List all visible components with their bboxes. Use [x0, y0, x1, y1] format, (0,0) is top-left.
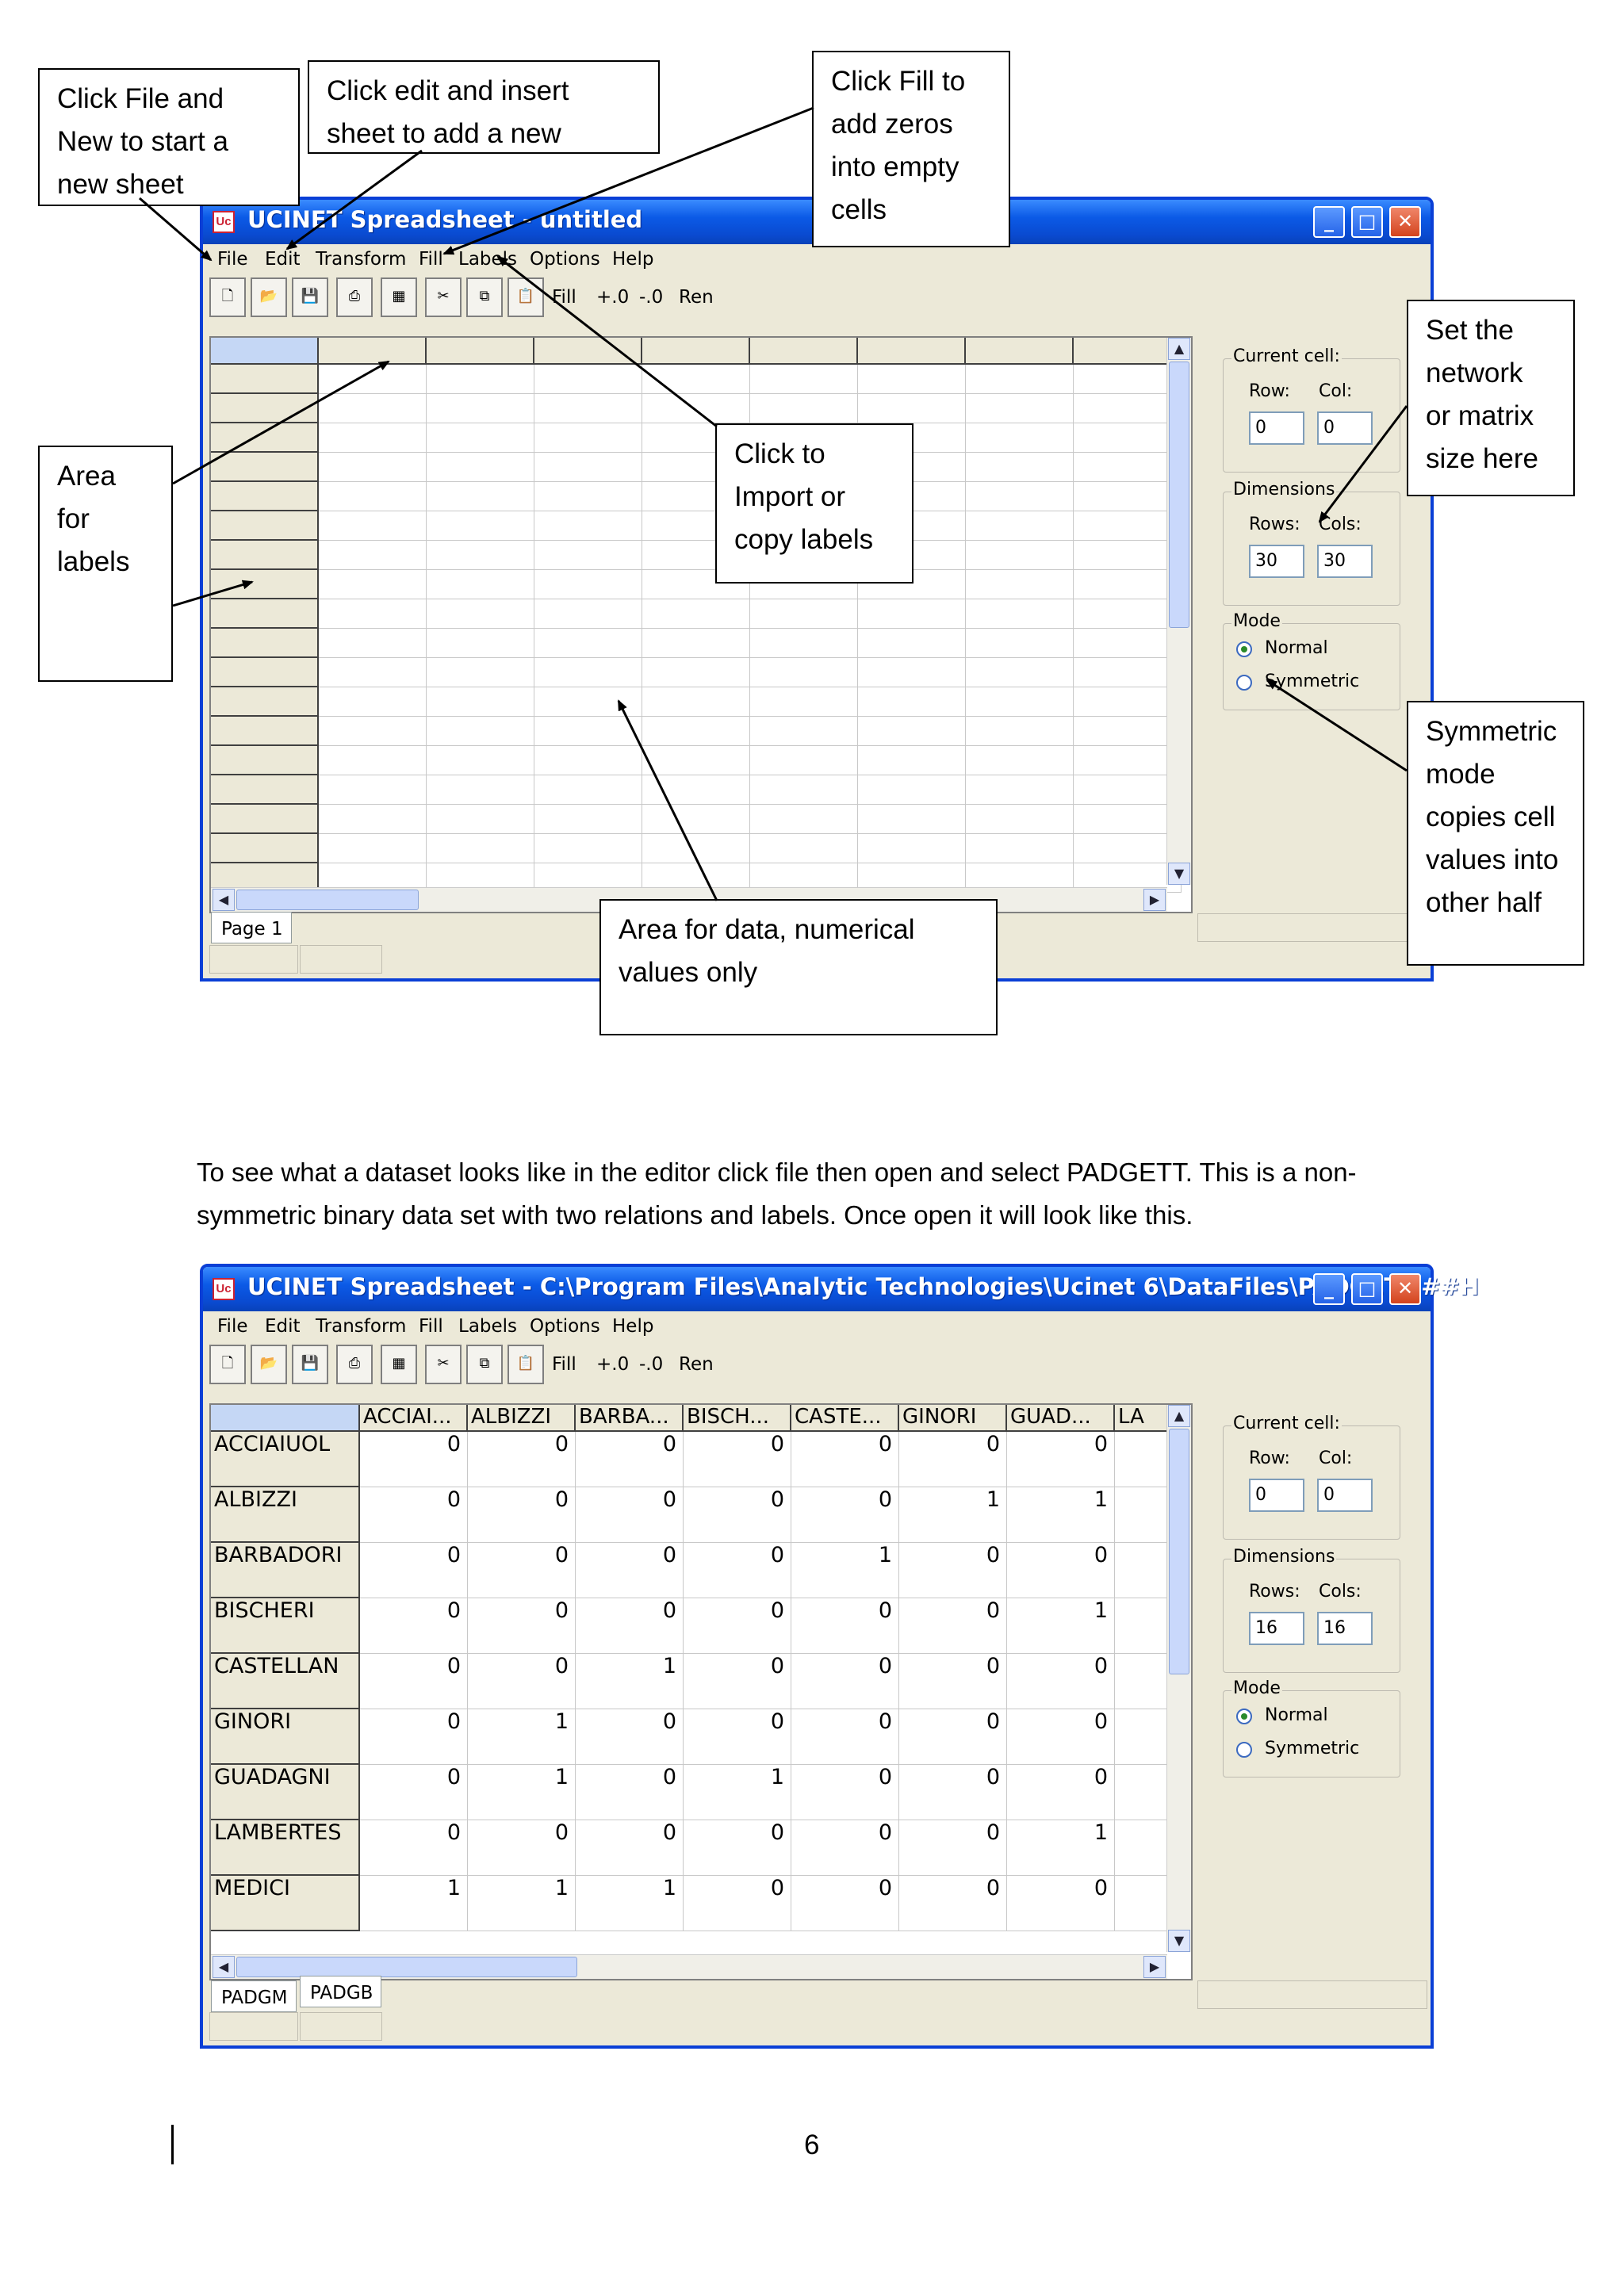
- instruction-paragraph: To see what a dataset looks like in the …: [197, 1158, 1357, 1230]
- page-number: 6: [804, 2130, 820, 2160]
- arrow-label-row: [172, 360, 390, 485]
- arrow-data-area: [617, 699, 718, 901]
- annotation-arrows: [139, 106, 1408, 901]
- arrow-edit: [285, 149, 423, 251]
- change-bar: [171, 2125, 174, 2164]
- arrow-symmetric: [1266, 679, 1408, 772]
- arrow-fill: [442, 106, 814, 255]
- arrow-file: [139, 197, 213, 262]
- arrow-dimensions: [1318, 405, 1408, 523]
- arrow-label-col: [172, 580, 254, 607]
- arrow-labels-menu: [496, 255, 718, 428]
